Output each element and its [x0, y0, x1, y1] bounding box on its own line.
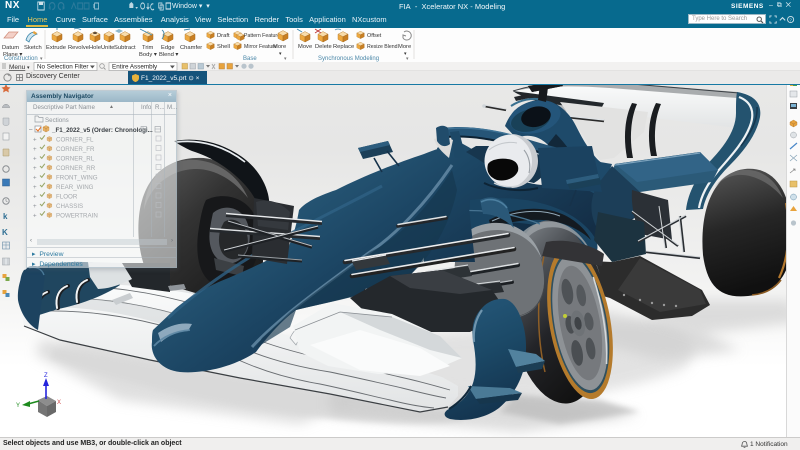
svg-text:Pattern Feature: Pattern Feature [244, 33, 280, 39]
svg-text:Replace: Replace [333, 44, 354, 50]
svg-text:Datum: Datum [2, 45, 19, 51]
svg-text:Unite: Unite [101, 45, 115, 51]
svg-text:Sketch: Sketch [24, 45, 42, 51]
svg-text:Draft: Draft [217, 33, 230, 39]
svg-text:Delete: Delete [315, 44, 332, 50]
svg-text:Y: Y [16, 403, 20, 409]
svg-text:CORNER_RL: CORNER_RL [56, 156, 95, 163]
svg-text:Menu: Menu [9, 64, 26, 71]
svg-text:Subtract: Subtract [114, 45, 136, 51]
svg-text:–: – [29, 127, 33, 134]
svg-text:Sections: Sections [45, 117, 69, 124]
svg-text:POWERTRAIN: POWERTRAIN [56, 213, 98, 220]
svg-text:Resize Blend: Resize Blend [367, 44, 398, 50]
svg-text:CHASSIS: CHASSIS [56, 203, 83, 210]
svg-text:Trim: Trim [142, 45, 154, 51]
svg-text:Revolve: Revolve [68, 45, 89, 51]
svg-text:Chamfer: Chamfer [180, 45, 202, 51]
svg-text:Edge: Edge [161, 45, 175, 51]
svg-text:REAR_WING: REAR_WING [56, 184, 94, 191]
svg-text:Extrude: Extrude [46, 45, 66, 51]
svg-text:?: ? [789, 17, 792, 22]
svg-text:CORNER_FL: CORNER_FL [56, 137, 94, 144]
svg-text:X: X [57, 400, 61, 406]
svg-text:K: K [2, 228, 8, 237]
svg-text:Entire Assembly: Entire Assembly [112, 64, 158, 71]
svg-text:CORNER_RR: CORNER_RR [56, 165, 96, 172]
svg-text:FRONT_WING: FRONT_WING [56, 175, 98, 182]
svg-text:CORNER_FR: CORNER_FR [56, 146, 95, 153]
svg-text:More: More [398, 44, 411, 50]
svg-text:k: k [3, 212, 8, 221]
svg-text:▾: ▾ [279, 51, 282, 57]
svg-text:Offset: Offset [367, 33, 382, 39]
svg-text:Shell: Shell [217, 44, 230, 50]
svg-text:Blend ▾: Blend ▾ [159, 52, 178, 58]
svg-text:More: More [273, 44, 286, 50]
svg-text:Move: Move [298, 44, 312, 50]
svg-text:Z: Z [44, 373, 48, 379]
svg-text:No Selection Filter: No Selection Filter [37, 64, 88, 71]
svg-text:Body ▾: Body ▾ [139, 52, 157, 58]
svg-text:FLOOR: FLOOR [56, 194, 78, 201]
svg-text:_F1_2022_v5 (Order: Chronologi: _F1_2022_v5 (Order: Chronologi... [51, 127, 153, 134]
svg-text:Hole: Hole [89, 45, 101, 51]
